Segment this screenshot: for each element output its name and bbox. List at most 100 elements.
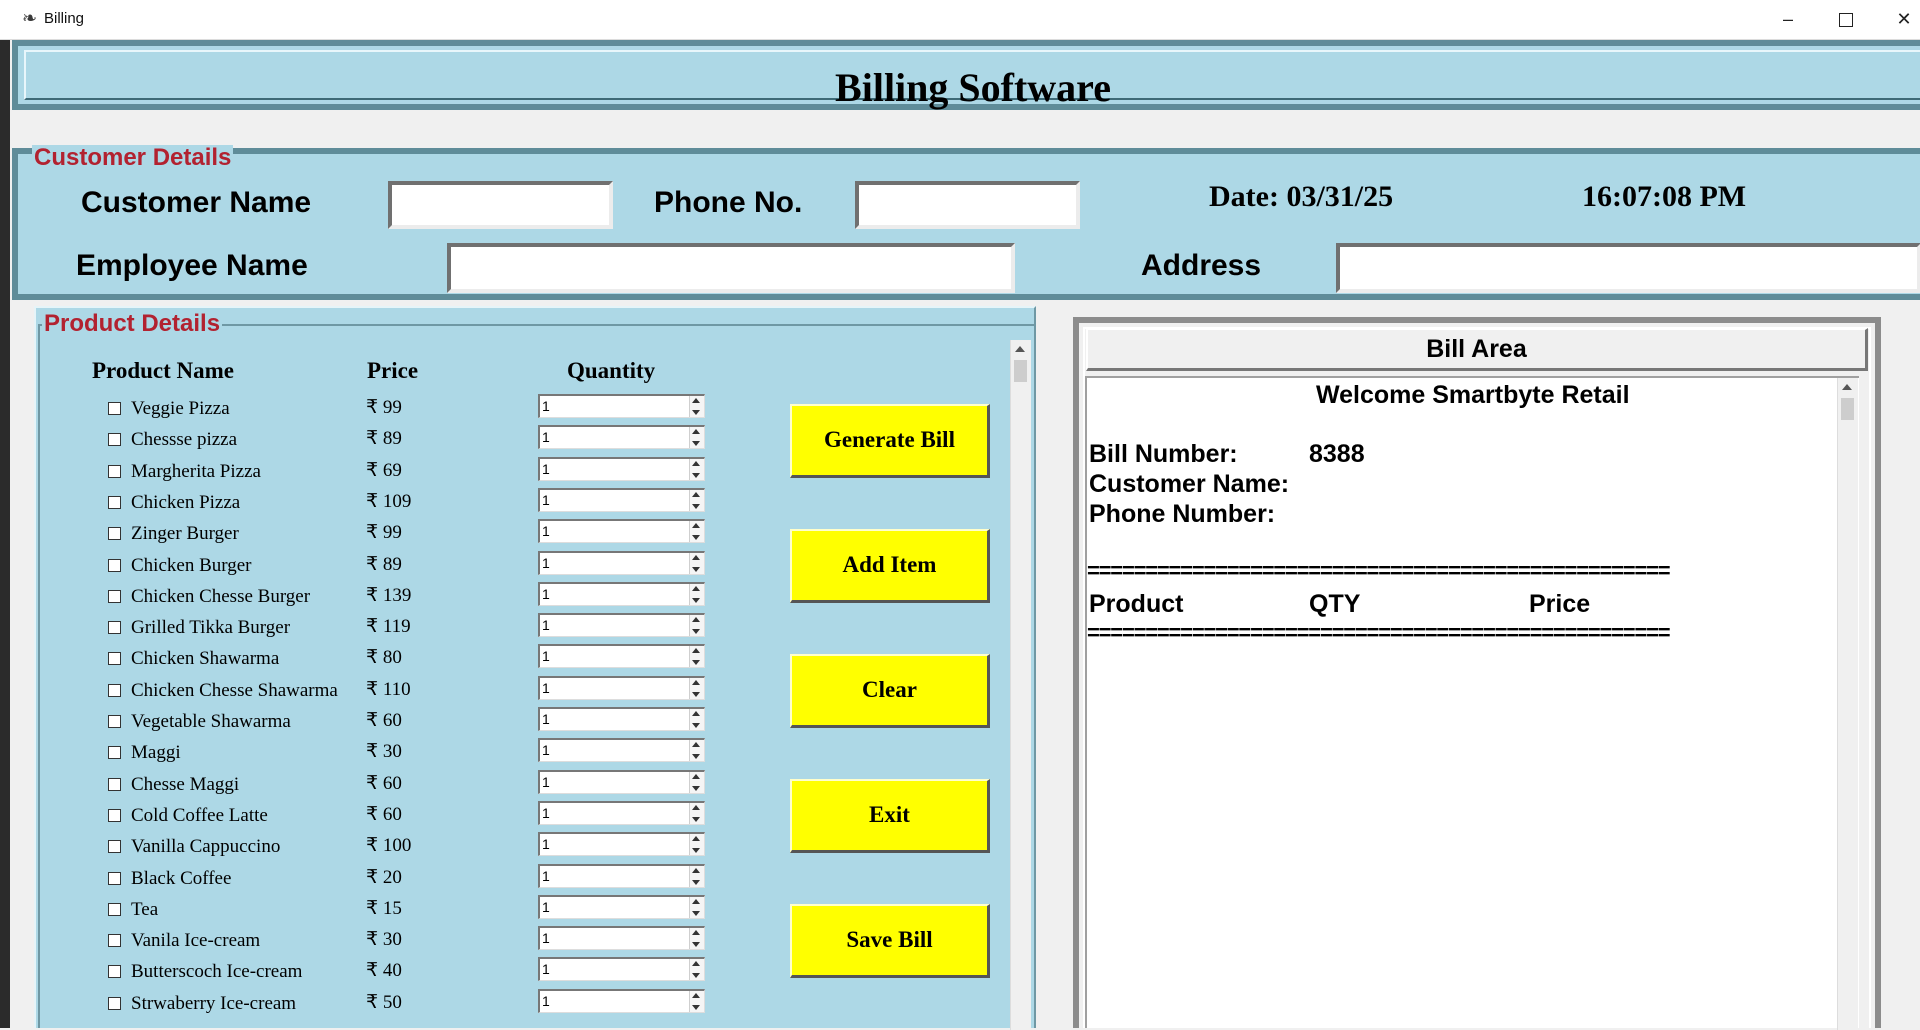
product-checkbox[interactable]	[108, 777, 121, 791]
product-checkbox[interactable]	[108, 808, 121, 822]
quantity-spinbox[interactable]: 1	[538, 394, 705, 418]
spin-down-icon[interactable]	[692, 848, 700, 854]
spin-down-icon[interactable]	[692, 597, 700, 603]
close-button[interactable]: ✕	[1876, 0, 1920, 39]
quantity-spinbox[interactable]: 1	[538, 613, 705, 638]
spin-up-icon[interactable]	[692, 617, 700, 623]
spin-down-icon[interactable]	[692, 1004, 700, 1010]
quantity-spinbox[interactable]: 1	[538, 487, 705, 512]
spin-arrows[interactable]	[689, 677, 704, 699]
product-checkbox[interactable]	[108, 589, 121, 603]
product-checkbox[interactable]	[108, 871, 121, 885]
quantity-spinbox[interactable]: 1	[538, 519, 705, 544]
bill-textarea[interactable]: Welcome Smartbyte Retail Bill Number: 83…	[1085, 376, 1859, 1030]
spin-up-icon[interactable]	[692, 804, 700, 810]
spin-arrows[interactable]	[689, 552, 704, 574]
clear-button[interactable]: Clear	[790, 654, 990, 728]
quantity-spinbox[interactable]: 1	[538, 926, 705, 951]
quantity-spinbox[interactable]: 1	[538, 800, 705, 825]
spin-down-icon[interactable]	[692, 910, 700, 916]
spin-arrows[interactable]	[689, 771, 704, 793]
quantity-spinbox[interactable]: 1	[538, 425, 705, 450]
spin-up-icon[interactable]	[692, 961, 700, 967]
spin-up-icon[interactable]	[692, 554, 700, 560]
quantity-spinbox[interactable]: 1	[538, 456, 705, 481]
spin-up-icon[interactable]	[692, 773, 700, 779]
spin-down-icon[interactable]	[692, 441, 700, 447]
product-checkbox[interactable]	[108, 934, 121, 948]
save-bill-button[interactable]: Save Bill	[790, 904, 990, 978]
spin-down-icon[interactable]	[692, 879, 700, 885]
spin-up-icon[interactable]	[692, 836, 700, 842]
quantity-spinbox[interactable]: 1	[538, 832, 705, 857]
product-checkbox[interactable]	[108, 464, 121, 478]
product-checkbox[interactable]	[108, 902, 121, 916]
product-checkbox[interactable]	[108, 433, 121, 447]
quantity-spinbox[interactable]: 1	[538, 988, 705, 1013]
spin-arrows[interactable]	[689, 990, 704, 1012]
product-checkbox[interactable]	[108, 495, 121, 509]
product-checkbox[interactable]	[108, 683, 121, 697]
spin-arrows[interactable]	[689, 458, 704, 480]
scroll-up-icon[interactable]	[1842, 384, 1852, 390]
quantity-spinbox[interactable]: 1	[538, 644, 705, 669]
spin-up-icon[interactable]	[692, 585, 700, 591]
scroll-up-icon[interactable]	[1015, 346, 1025, 352]
product-checkbox[interactable]	[108, 527, 121, 541]
spin-up-icon[interactable]	[692, 867, 700, 873]
product-checkbox[interactable]	[108, 621, 121, 635]
spin-arrows[interactable]	[689, 709, 704, 730]
spin-up-icon[interactable]	[692, 992, 700, 998]
quantity-spinbox[interactable]: 1	[538, 957, 705, 982]
spin-up-icon[interactable]	[692, 648, 700, 654]
product-checkbox[interactable]	[108, 652, 121, 666]
add-item-button[interactable]: Add Item	[790, 529, 990, 603]
minimize-button[interactable]: –	[1760, 0, 1816, 39]
spin-up-icon[interactable]	[692, 398, 700, 403]
spin-down-icon[interactable]	[692, 754, 700, 760]
product-scrollbar[interactable]	[1010, 340, 1031, 1030]
spin-arrows[interactable]	[689, 865, 704, 887]
product-checkbox[interactable]	[108, 715, 121, 728]
spin-up-icon[interactable]	[692, 898, 700, 904]
quantity-spinbox[interactable]: 1	[538, 581, 705, 606]
spin-down-icon[interactable]	[692, 785, 700, 791]
quantity-spinbox[interactable]: 1	[538, 769, 705, 794]
spin-down-icon[interactable]	[692, 629, 700, 635]
spin-arrows[interactable]	[689, 896, 704, 918]
employee-name-input[interactable]	[447, 243, 1015, 293]
spin-arrows[interactable]	[689, 928, 704, 950]
spin-arrows[interactable]	[689, 959, 704, 981]
spin-up-icon[interactable]	[692, 742, 700, 748]
spin-up-icon[interactable]	[692, 679, 700, 685]
spin-up-icon[interactable]	[692, 460, 700, 466]
product-checkbox[interactable]	[108, 558, 121, 572]
generate-bill-button[interactable]: Generate Bill	[790, 404, 990, 478]
product-checkbox[interactable]	[108, 402, 121, 415]
quantity-spinbox[interactable]: 1	[538, 707, 705, 731]
spin-down-icon[interactable]	[692, 816, 700, 822]
quantity-spinbox[interactable]: 1	[538, 738, 705, 763]
spin-down-icon[interactable]	[692, 535, 700, 541]
spin-arrows[interactable]	[689, 583, 704, 605]
phone-input[interactable]	[855, 181, 1080, 229]
product-checkbox[interactable]	[108, 965, 121, 979]
spin-arrows[interactable]	[689, 521, 704, 543]
spin-down-icon[interactable]	[692, 660, 700, 666]
spin-up-icon[interactable]	[692, 930, 700, 936]
spin-arrows[interactable]	[689, 396, 704, 417]
spin-up-icon[interactable]	[692, 491, 700, 497]
spin-down-icon[interactable]	[692, 566, 700, 572]
spin-down-icon[interactable]	[692, 410, 700, 415]
spin-arrows[interactable]	[689, 489, 704, 511]
spin-arrows[interactable]	[689, 427, 704, 449]
maximize-button[interactable]	[1818, 0, 1874, 39]
quantity-spinbox[interactable]: 1	[538, 863, 705, 888]
spin-arrows[interactable]	[689, 615, 704, 637]
spin-down-icon[interactable]	[692, 942, 700, 948]
spin-down-icon[interactable]	[692, 973, 700, 979]
product-checkbox[interactable]	[108, 840, 121, 854]
spin-down-icon[interactable]	[692, 691, 700, 697]
quantity-spinbox[interactable]: 1	[538, 675, 705, 700]
spin-arrows[interactable]	[689, 740, 704, 762]
